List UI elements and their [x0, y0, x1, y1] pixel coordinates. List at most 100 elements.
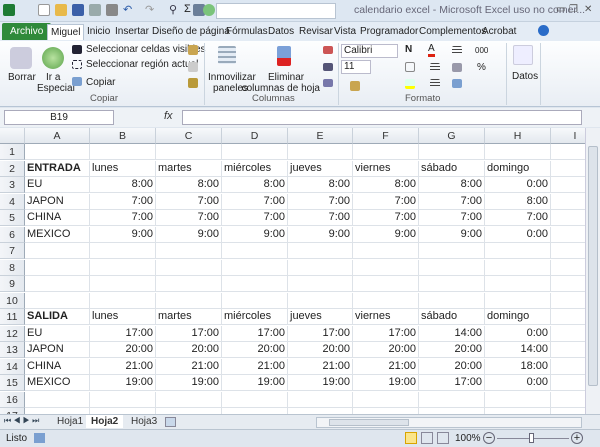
tab-miguel[interactable]: Miguel [47, 24, 85, 40]
new-icon[interactable] [38, 4, 50, 16]
row-header[interactable]: 7 [0, 243, 25, 259]
wrap-icon[interactable] [452, 46, 462, 55]
find-icon[interactable]: ⚲ [169, 3, 177, 16]
cell-i3[interactable] [551, 177, 585, 193]
cell-c1[interactable] [156, 144, 222, 160]
cell-i15[interactable] [551, 375, 585, 391]
cell-b1[interactable] [90, 144, 156, 160]
save-icon[interactable] [72, 4, 84, 16]
column-header-a[interactable]: A [25, 128, 90, 144]
row-header[interactable]: 10 [0, 292, 25, 309]
cell-i13[interactable] [551, 342, 585, 358]
cell-b11[interactable]: lunes [90, 309, 156, 325]
cell-d15[interactable]: 19:00 [222, 375, 288, 391]
paste-values-icon[interactable] [188, 62, 198, 72]
column-tool-2-icon[interactable] [323, 63, 333, 71]
minimize-icon[interactable]: ▭ [556, 4, 565, 15]
row-header[interactable]: 11 [0, 309, 25, 325]
cell-c10[interactable] [156, 292, 222, 309]
cell-f12[interactable]: 17:00 [353, 325, 419, 342]
cell-e11[interactable]: jueves [288, 309, 353, 325]
cell-b13[interactable]: 20:00 [90, 342, 156, 358]
cell-i5[interactable] [551, 210, 585, 226]
cell-c14[interactable]: 21:00 [156, 358, 222, 375]
h-scroll-thumb[interactable] [329, 419, 409, 426]
tab-datos[interactable]: Datos [265, 24, 297, 39]
cell-a10[interactable] [25, 292, 90, 309]
cell-e6[interactable]: 9:00 [288, 226, 353, 243]
copy-button[interactable]: Copiar [86, 77, 115, 88]
column-header-g[interactable]: G [419, 128, 485, 144]
cell-d13[interactable]: 20:00 [222, 342, 288, 358]
cell-e8[interactable] [288, 259, 353, 276]
cell-i9[interactable] [551, 276, 585, 292]
cell-a7[interactable] [25, 243, 90, 259]
align-center-icon[interactable] [430, 79, 440, 88]
cell-i8[interactable] [551, 260, 585, 276]
cell-c7[interactable] [156, 243, 222, 259]
cell-f1[interactable] [353, 144, 419, 160]
cell-d9[interactable] [222, 276, 288, 292]
cell-h1[interactable] [485, 144, 551, 160]
cell-g14[interactable]: 20:00 [419, 358, 485, 375]
zoom-slider-handle[interactable] [529, 433, 534, 443]
cell-d6[interactable]: 9:00 [222, 226, 288, 243]
tab-vista[interactable]: Vista [331, 24, 359, 39]
cell-f8[interactable] [353, 259, 419, 276]
restore-icon[interactable]: ❐ [569, 4, 578, 15]
cell-b5[interactable]: 7:00 [90, 210, 156, 226]
cell-i6[interactable] [551, 227, 585, 243]
page-break-icon[interactable] [437, 432, 449, 444]
sheet-tab-hoja1[interactable]: Hoja1 [52, 415, 88, 428]
zoom-level[interactable]: 100% [455, 433, 481, 444]
cell-g1[interactable] [419, 144, 485, 160]
tab-diseno[interactable]: Diseño de página [149, 24, 233, 39]
cell-d16[interactable] [222, 391, 288, 408]
merge-icon[interactable] [452, 63, 462, 72]
cell-i4[interactable] [551, 194, 585, 210]
cell-h6[interactable]: 0:00 [485, 226, 551, 243]
cell-i1[interactable] [551, 144, 585, 160]
cell-h7[interactable] [485, 243, 551, 259]
cell-h8[interactable] [485, 259, 551, 276]
cell-a12[interactable]: EU [25, 325, 90, 342]
cell-f10[interactable] [353, 292, 419, 309]
macro-record-icon[interactable] [34, 433, 45, 443]
quick-access-combo[interactable] [216, 3, 336, 19]
row-header[interactable]: 1 [0, 144, 25, 160]
tab-programador[interactable]: Programador [357, 24, 421, 39]
cell-i12[interactable] [551, 326, 585, 342]
cell-a9[interactable] [25, 276, 90, 292]
cell-a11[interactable]: SALIDA [25, 309, 90, 325]
cell-e5[interactable]: 7:00 [288, 210, 353, 226]
cell-b9[interactable] [90, 276, 156, 292]
font-size-select[interactable]: 11 [341, 60, 371, 74]
cell-c6[interactable]: 9:00 [156, 226, 222, 243]
cell-c8[interactable] [156, 259, 222, 276]
format-painter-icon[interactable] [188, 78, 198, 88]
cell-e10[interactable] [288, 292, 353, 309]
cell-b14[interactable]: 21:00 [90, 358, 156, 375]
cell-h5[interactable]: 7:00 [485, 210, 551, 226]
open-icon[interactable] [55, 4, 67, 16]
cell-f6[interactable]: 9:00 [353, 226, 419, 243]
cell-h11[interactable]: domingo [485, 309, 551, 325]
cell-f15[interactable]: 19:00 [353, 375, 419, 391]
insert-function-button[interactable]: fx [164, 110, 173, 122]
cell-b15[interactable]: 19:00 [90, 375, 156, 391]
cell-b3[interactable]: 8:00 [90, 177, 156, 193]
cell-g4[interactable]: 7:00 [419, 193, 485, 210]
circle-icon[interactable] [203, 4, 215, 16]
cell-h14[interactable]: 18:00 [485, 358, 551, 375]
cell-g6[interactable]: 9:00 [419, 226, 485, 243]
cell-b2[interactable]: lunes [90, 160, 156, 177]
thousands-button[interactable]: 000 [475, 46, 488, 55]
cell-c5[interactable]: 7:00 [156, 210, 222, 226]
cell-h3[interactable]: 0:00 [485, 177, 551, 193]
percent-button[interactable]: % [477, 62, 486, 73]
cell-d1[interactable] [222, 144, 288, 160]
datos-button[interactable]: Datos [512, 71, 538, 82]
row-header[interactable]: 16 [0, 391, 25, 408]
tab-formulas[interactable]: Fórmulas [223, 24, 271, 39]
cell-b6[interactable]: 9:00 [90, 226, 156, 243]
